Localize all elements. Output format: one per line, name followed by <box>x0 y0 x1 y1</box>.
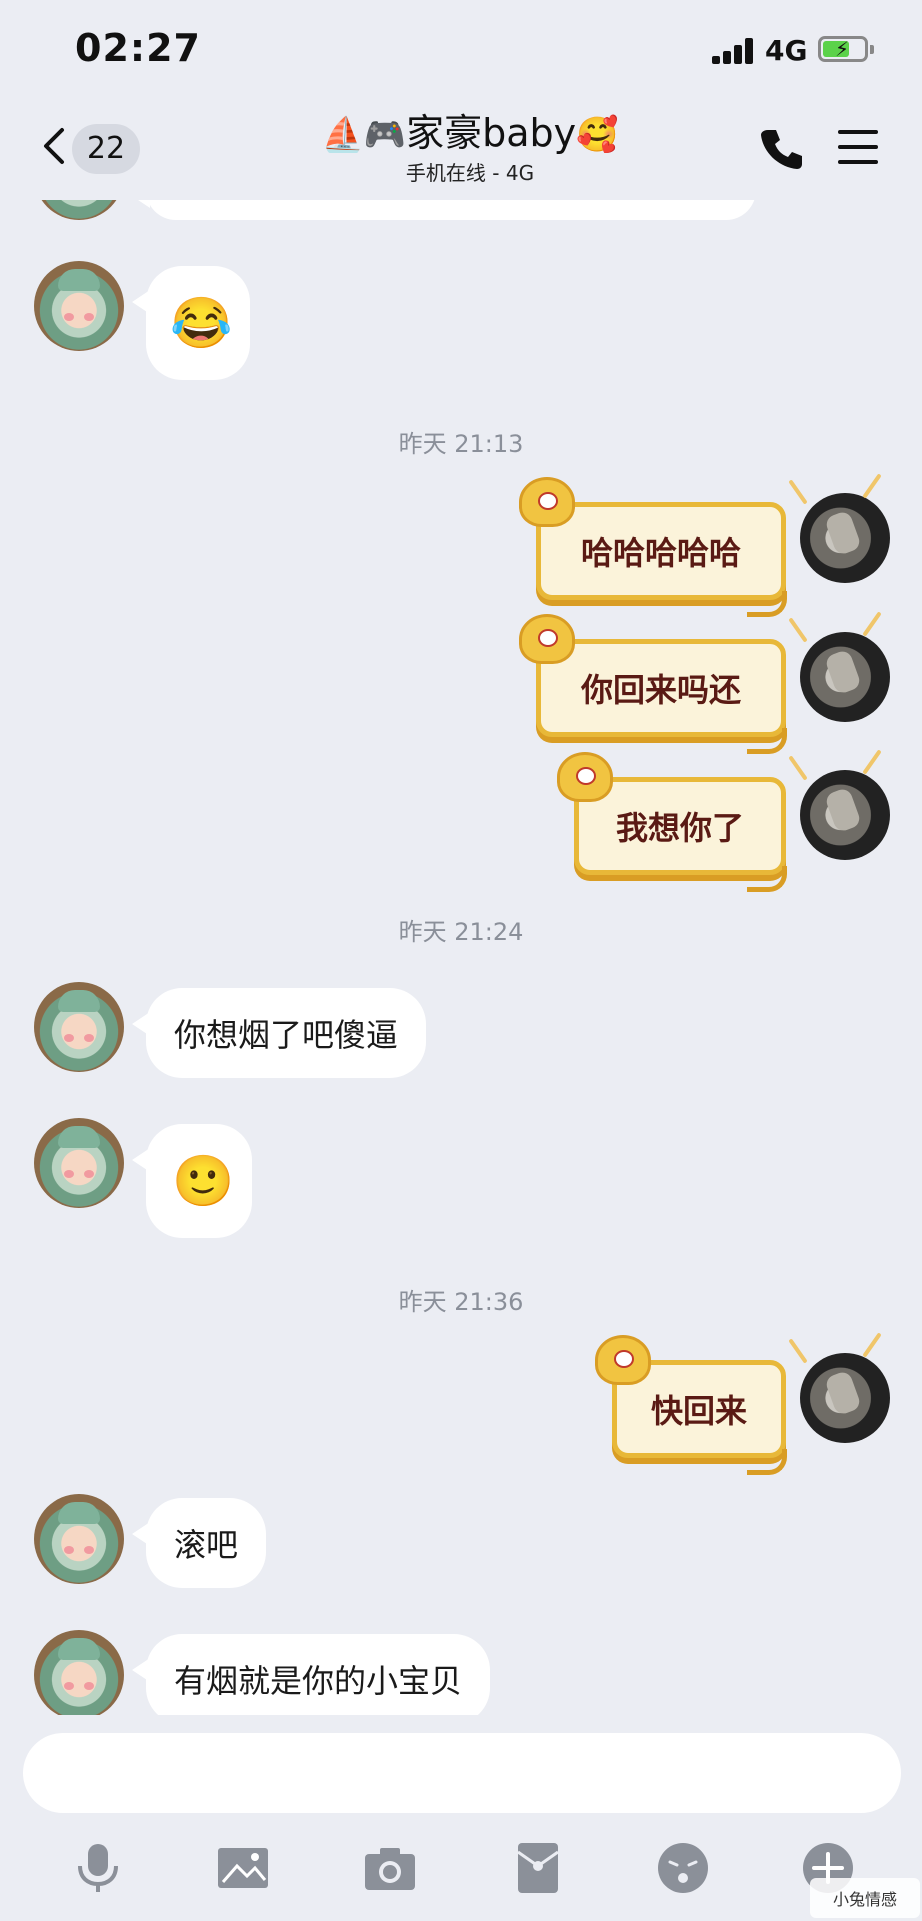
contact-avatar[interactable] <box>34 982 124 1072</box>
bubble-duck-decoration <box>595 1335 651 1385</box>
contact-avatar[interactable] <box>34 261 124 351</box>
battery-icon: ⚡ <box>818 36 874 62</box>
contact-avatar[interactable] <box>34 1630 124 1715</box>
my-avatar[interactable] <box>800 632 890 722</box>
unread-badge: 22 <box>72 124 140 174</box>
contact-avatar[interactable] <box>34 1118 124 1208</box>
contact-name: 家豪baby <box>406 111 577 155</box>
emoji-icon[interactable] <box>655 1840 711 1896</box>
status-time: 02:27 <box>75 26 201 70</box>
message-bubble-incoming[interactable]: 滚吧 <box>131 1498 267 1588</box>
message-bubble-incoming[interactable]: 😂 <box>132 266 250 380</box>
contact-avatar[interactable] <box>34 1494 124 1584</box>
bubble-duck-decoration <box>519 614 575 664</box>
online-status: 手机在线 - 4G <box>405 161 535 185</box>
emoji-smile: 🙂 <box>172 1152 235 1210</box>
message-text: 有烟就是你的小宝贝 <box>174 1662 463 1700</box>
message-text: 我想你了 <box>615 809 744 847</box>
status-bar: 02:27 4G ⚡ <box>0 0 922 100</box>
message-bubble-outgoing[interactable]: 快回来 <box>595 1335 787 1475</box>
chat-title: ⛵🎮家豪baby🥰 <box>250 108 690 160</box>
message-bubble-outgoing[interactable]: 我想你了 <box>557 752 787 892</box>
message-text: 快回来 <box>650 1392 747 1430</box>
back-button[interactable]: 22 <box>32 120 142 176</box>
menu-icon[interactable] <box>838 130 882 166</box>
bubble-duck-decoration <box>519 477 575 527</box>
message-list[interactable]: 😂 昨天 21:13 哈哈哈哈哈 你回来吗还 我想你了 昨天 21:24 你想烟… <box>0 200 922 1715</box>
partial-message-bubble <box>132 200 756 220</box>
message-bubble-outgoing[interactable]: 你回来吗还 <box>519 614 787 754</box>
chat-title-area[interactable]: ⛵🎮家豪baby🥰 手机在线 - 4G <box>250 108 690 186</box>
message-input[interactable] <box>23 1733 901 1813</box>
watermark-logo: 小兔情感 <box>810 1878 920 1918</box>
chat-toolbar <box>0 1820 922 1921</box>
bubble-duck-decoration <box>557 752 613 802</box>
message-bubble-incoming[interactable]: 你想烟了吧傻逼 <box>131 988 427 1078</box>
message-bubble-outgoing[interactable]: 哈哈哈哈哈 <box>519 477 787 617</box>
contact-avatar[interactable] <box>34 200 124 220</box>
microphone-icon[interactable] <box>70 1840 126 1896</box>
message-bubble-incoming[interactable]: 🙂 <box>132 1124 252 1238</box>
phone-icon[interactable] <box>760 126 804 170</box>
title-emoji: 🥰 <box>576 115 619 155</box>
title-icons: ⛵🎮 <box>321 115 407 155</box>
my-avatar[interactable] <box>800 1353 890 1443</box>
signal-icon <box>712 38 756 64</box>
my-avatar[interactable] <box>800 770 890 860</box>
timestamp: 昨天 21:13 <box>398 430 524 458</box>
message-text: 你回来吗还 <box>580 671 741 709</box>
message-text: 滚吧 <box>174 1526 239 1564</box>
network-type: 4G <box>765 34 808 67</box>
camera-icon[interactable] <box>362 1840 418 1896</box>
image-icon[interactable] <box>215 1840 271 1896</box>
message-text: 哈哈哈哈哈 <box>580 534 741 572</box>
chat-header: 22 ⛵🎮家豪baby🥰 手机在线 - 4G <box>0 100 922 200</box>
message-text: 你想烟了吧傻逼 <box>174 1016 399 1054</box>
emoji-laugh-cry: 😂 <box>170 294 233 352</box>
my-avatar[interactable] <box>800 493 890 583</box>
watermark-text: 小兔情感 <box>832 1890 897 1909</box>
message-bubble-incoming[interactable]: 有烟就是你的小宝贝 <box>131 1634 491 1715</box>
timestamp: 昨天 21:24 <box>398 918 524 946</box>
chevron-left-icon <box>44 128 64 164</box>
timestamp: 昨天 21:36 <box>398 1288 524 1316</box>
red-packet-icon[interactable] <box>510 1840 566 1896</box>
